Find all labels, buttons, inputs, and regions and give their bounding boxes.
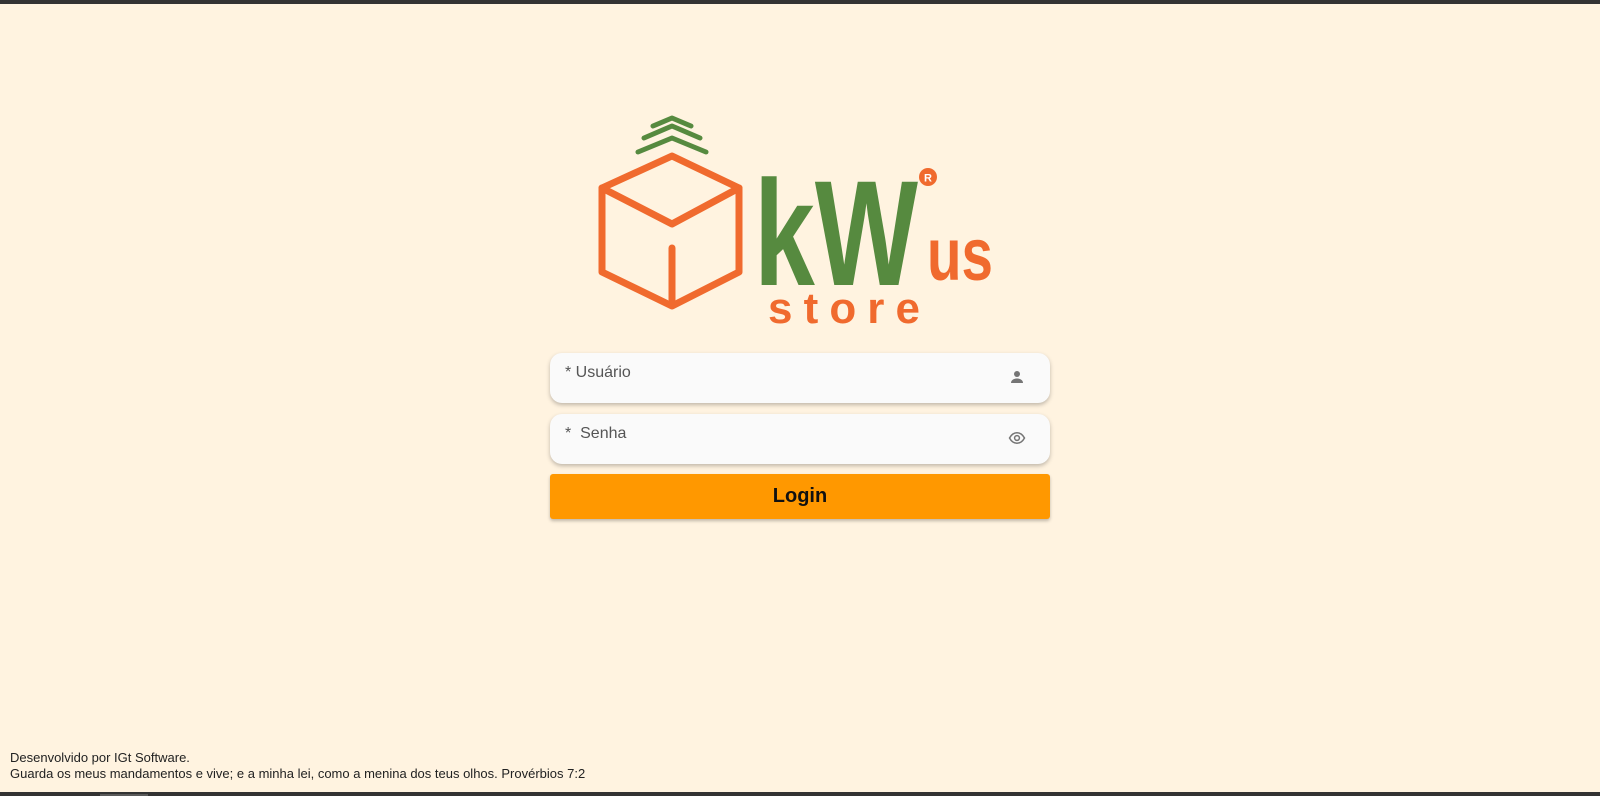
footer: Desenvolvido por IGt Software. Guarda os… <box>10 750 585 782</box>
eye-icon[interactable] <box>1008 429 1026 447</box>
window-top-border <box>0 0 1600 4</box>
registered-mark-letter: R <box>924 173 932 185</box>
arrow-chevrons-icon <box>635 115 709 155</box>
login-button[interactable]: Login <box>550 474 1050 519</box>
password-input[interactable] <box>550 414 1050 464</box>
username-input[interactable] <box>550 353 1050 403</box>
username-field[interactable]: * Usuário <box>550 353 1050 403</box>
logo-brand-sub: store <box>768 284 920 333</box>
footer-quote: Guarda os meus mandamentos e vive; e a m… <box>10 766 586 781</box>
footer-credit: Desenvolvido por IGt Software. <box>10 750 190 765</box>
kwus-store-logo: kW R us store <box>598 115 993 333</box>
person-icon <box>1011 371 1023 383</box>
password-field[interactable]: * Senha <box>550 414 1050 464</box>
box-icon <box>598 152 743 310</box>
logo-brand-suffix: us <box>927 213 993 296</box>
window-bottom-border <box>0 792 1600 796</box>
